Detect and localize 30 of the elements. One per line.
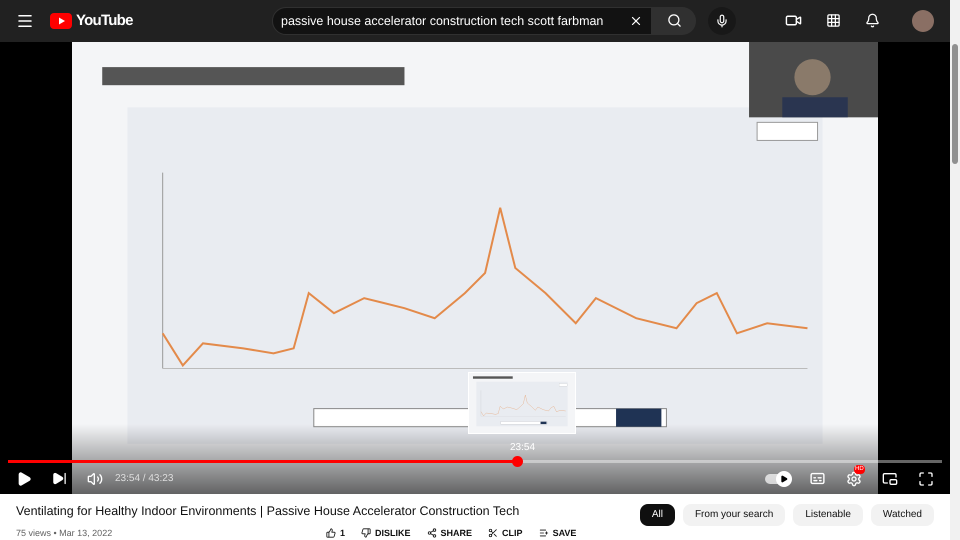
search-field[interactable]: passive house accelerator construction tech scott farbman [272,6,652,35]
next-icon[interactable] [52,471,67,486]
avatar[interactable] [912,10,934,32]
youtube-logo[interactable]: YouTube [50,10,200,32]
apps-icon[interactable] [826,13,841,28]
fullscreen-icon[interactable] [918,470,934,487]
search-icon [666,13,682,28]
scrollbar[interactable] [950,0,960,540]
filter-chip[interactable]: From your search [682,504,786,526]
view-count-date: 75 views • Mar 13, 2022 [16,526,114,540]
notifications-icon[interactable] [865,13,880,28]
miniplayer-icon[interactable] [882,470,898,487]
playlist-add-icon [538,528,549,538]
video-title: Ventilating for Healthy Indoor Environments | Passive House Accelerator Construction Tech [16,502,520,520]
share-button[interactable]: SHARE [426,526,472,540]
play-icon[interactable] [16,470,32,487]
filter-chip[interactable]: All [640,504,675,526]
thumbs-up-icon [326,528,336,538]
dislike-button[interactable]: DISLIKE [361,526,411,540]
microphone-button[interactable] [708,6,736,35]
share-icon [426,528,437,538]
thumbs-down-icon [361,528,372,538]
search-button[interactable] [652,6,696,35]
clip-button[interactable]: CLIP [488,526,523,540]
save-button[interactable]: SAVE [538,526,576,540]
filter-chip[interactable]: Listenable [793,504,863,526]
microphone-icon [715,14,729,28]
filter-chip[interactable]: Watched [870,504,934,526]
scissors-icon [488,528,498,538]
like-button[interactable]: 1 [326,526,346,540]
